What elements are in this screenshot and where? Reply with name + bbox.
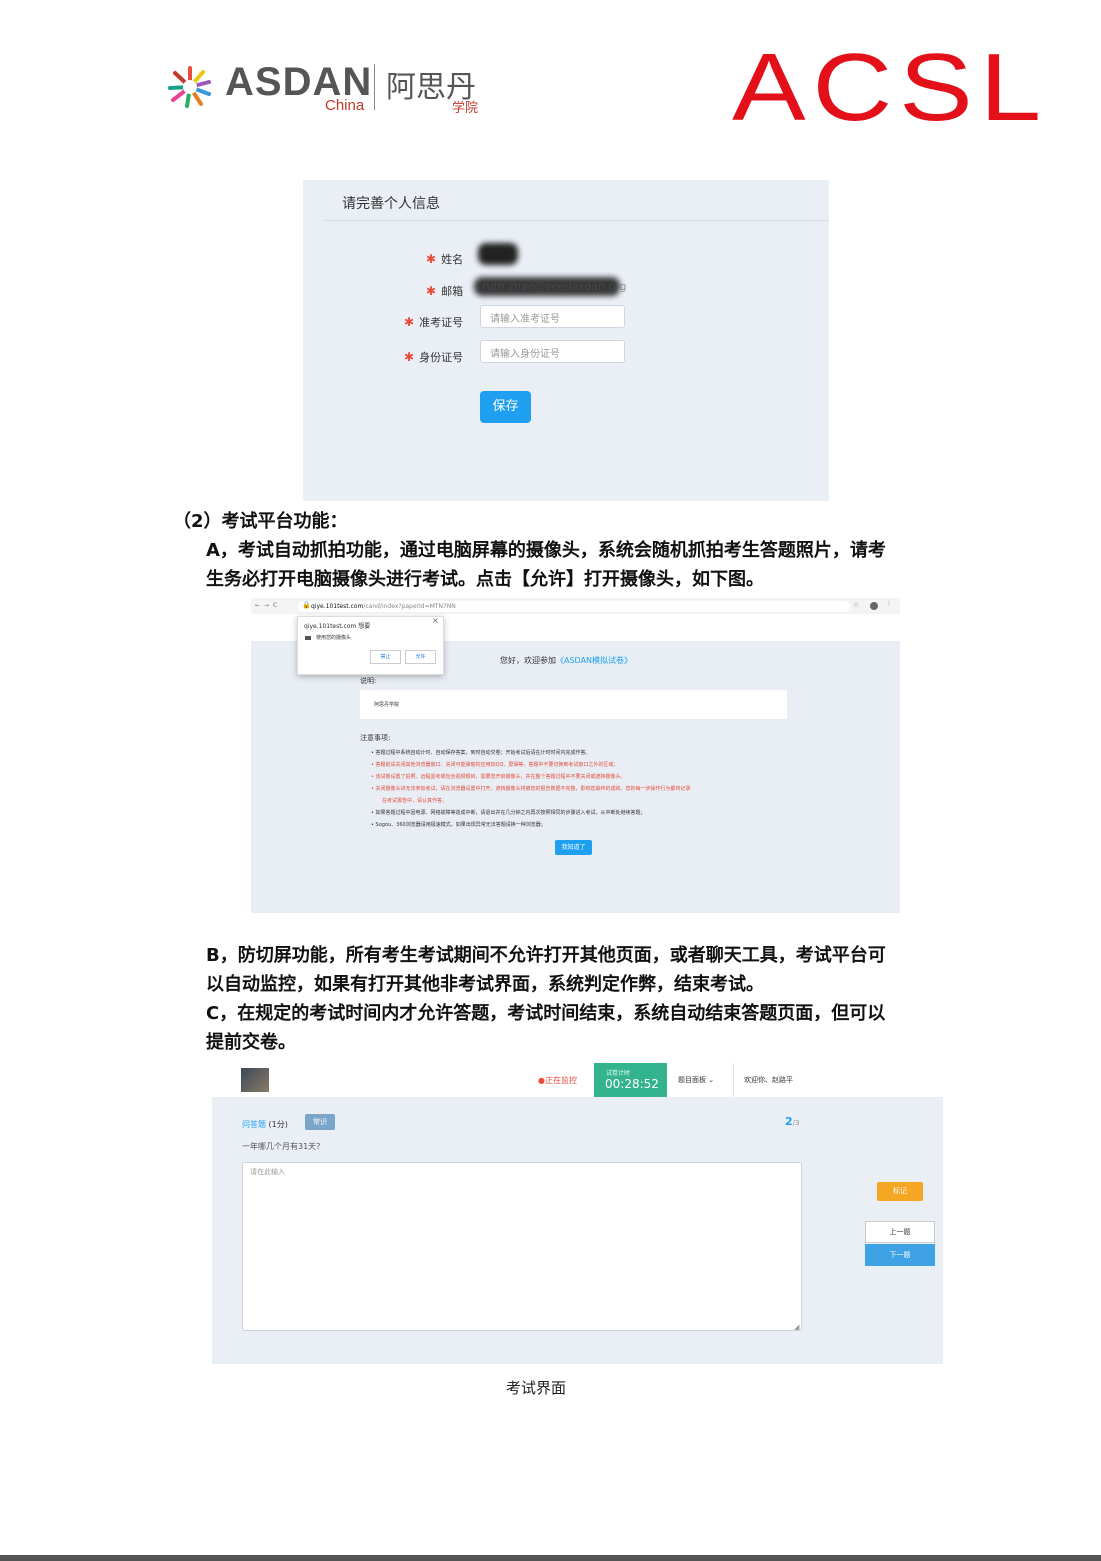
address-bar[interactable]: qiye.101test.com/cand/index?paperId=MTN7… — [298, 601, 850, 612]
question-type: 问答题 — [242, 1120, 266, 1129]
rule-item: • 答题过程中系统自动计时、自动保存答案，到时自动交卷；开始考试后请在计时时间内… — [371, 750, 591, 756]
page-bottom-border — [0, 1555, 1101, 1561]
para-a-line1: A，考试自动抓拍功能，通过电脑屏幕的摄像头，系统会随机抓拍考生答题照片，请考 — [206, 540, 886, 561]
question-header: 问答题 (1分) — [242, 1119, 288, 1130]
required-mark: ✱ — [426, 252, 437, 266]
profile-icon[interactable] — [870, 602, 878, 610]
asdan-burst-icon — [168, 66, 211, 108]
question-number: 2 — [785, 1115, 793, 1128]
next-question-button[interactable]: 下一题 — [865, 1244, 935, 1266]
welcome-text: 您好，欢迎参加 — [500, 656, 556, 665]
question-score: (1分) — [268, 1120, 288, 1129]
popup-item: 使用您的摄像头 — [316, 635, 352, 641]
close-icon[interactable]: × — [432, 616, 439, 625]
ticket-label: 准考证号 — [419, 316, 464, 329]
question-progress: 2/3 — [785, 1115, 799, 1128]
required-mark: ✱ — [404, 350, 415, 364]
id-number-input[interactable]: 请输入身份证号 — [480, 340, 625, 363]
welcome-line: 您好，欢迎参加《ASDAN模拟试卷》 — [500, 655, 632, 666]
name-row-label: ✱ 姓名 — [426, 248, 463, 267]
notes-label: 注意事项: — [360, 734, 391, 742]
asdan-chinese-sub: 学院 — [452, 101, 479, 116]
para-c-line2: 提前交卷。 — [206, 1032, 296, 1053]
asdan-logo — [165, 64, 215, 110]
save-button[interactable]: 保存 — [480, 391, 531, 423]
chevron-down-icon: ⌄ — [708, 1076, 715, 1084]
para-c-line1: C，在规定的考试时间内才允许答题，考试时间结束，系统自动结束答题页面，但可以 — [206, 1003, 886, 1024]
description-box — [360, 690, 787, 719]
answer-textarea[interactable]: 请在此输入 — [242, 1162, 802, 1331]
rules-list: • 答题过程中系统自动计时、自动保存答案，到时自动交卷；开始考试后请在计时时间内… — [371, 747, 691, 831]
form-divider — [325, 220, 829, 221]
timer-label: 试卷计时 — [606, 1070, 631, 1077]
rule-item: • 该试卷设置了拍照、远程监考或包含视频题目，需要您开启摄像头，并在整个答题过程… — [371, 774, 626, 780]
rule-item: • 关闭摄像头讲无法参加考试，请在浏览器设置中打开。遮挡摄像头将被您的报告数据不… — [371, 786, 691, 792]
welcome-user: 欢迎你、赵路平 — [744, 1076, 793, 1084]
block-button[interactable]: 禁止 — [370, 650, 401, 664]
acsl-logo: ACSL — [732, 34, 1048, 141]
nav-arrows-icon[interactable]: ←→C — [255, 602, 281, 609]
logo-divider — [374, 64, 375, 110]
panel-menu-label: 题目面板 — [678, 1076, 706, 1084]
menu-dots-icon[interactable]: ⋮ — [886, 600, 892, 607]
para-b-line1: B，防切屏功能，所有考生考试期间不允许打开其他页面，或者聊天工具，考试平台可 — [206, 945, 886, 966]
ticket-number-input[interactable]: 请输入准考证号 — [480, 305, 625, 328]
timer-value: 00:28:52 — [605, 1077, 659, 1091]
category-tag: 常识 — [305, 1114, 335, 1130]
id-label: 身份证号 — [419, 351, 464, 364]
monitor-status: ●正在监控 — [538, 1075, 577, 1086]
ticket-row-label: ✱ 准考证号 — [404, 311, 463, 330]
url-host: qiye.101test.com — [311, 603, 364, 610]
lock-icon: 🔒 — [302, 601, 311, 609]
rule-item: • 如果答题过程中因电源、网络故障等造成中断，请退出并在几分钟之内再次按照相同的… — [371, 810, 646, 816]
question-text: 一年哪几个月有31天? — [242, 1142, 321, 1151]
star-icon[interactable]: ☆ — [853, 601, 859, 609]
allow-button[interactable]: 允许 — [405, 650, 436, 664]
question-total: /3 — [792, 1119, 800, 1127]
exam-name: 《ASDAN模拟试卷》 — [556, 656, 633, 665]
required-mark: ✱ — [426, 284, 437, 298]
rule-item: 在考试报告中，请认真作答。 — [382, 798, 448, 804]
topbar-divider — [733, 1063, 734, 1097]
email-row-label: ✱ 邮箱 — [426, 280, 463, 299]
resize-handle-icon[interactable]: ◢ — [794, 1323, 799, 1331]
recording-dot-icon: ● — [538, 1076, 545, 1085]
para-b-line2: 以自动监控，如果有打开其他非考试界面，系统判定作弊，结束考试。 — [206, 974, 764, 995]
prev-question-button[interactable]: 上一题 — [865, 1221, 935, 1243]
email-label: 邮箱 — [441, 285, 464, 298]
rule-item: • 答题前请关闭其他浏览器窗口、关闭可能弹窗的应用如QQ、屏保等，答题中不要切换… — [371, 762, 619, 768]
form-title: 请完善个人信息 — [342, 196, 440, 212]
id-row-label: ✱ 身份证号 — [404, 346, 463, 365]
email-value: ruth.zhao@seedasdan.org — [482, 280, 627, 293]
desc-label: 说明: — [360, 677, 377, 685]
name-value-redacted — [478, 243, 518, 265]
section-heading: （2）考试平台功能： — [173, 511, 348, 532]
exam-caption: 考试界面 — [506, 1379, 567, 1397]
required-mark: ✱ — [404, 315, 415, 329]
camera-icon — [305, 636, 311, 640]
name-label: 姓名 — [441, 253, 464, 266]
monitor-text: 正在监控 — [544, 1076, 577, 1085]
question-panel-dropdown[interactable]: 题目面板 ⌄ — [678, 1075, 714, 1085]
popup-title: qiye.101test.com 想要 — [304, 623, 371, 630]
acknowledge-button[interactable]: 我知道了 — [555, 840, 592, 855]
asdan-china-label: China — [325, 97, 365, 114]
avatar — [241, 1068, 269, 1092]
desc-text: 阿思丹学院 — [374, 702, 400, 708]
exam-topbar — [212, 1063, 943, 1097]
para-a-line2: 生务必打开电脑摄像头进行考试。点击【允许】打开摄像头，如下图。 — [206, 569, 764, 590]
rule-item: • Sogou、360浏览器请用极速模式，如果出现异常无法答题请换一种浏览器； — [371, 822, 546, 828]
mark-button[interactable]: 标记 — [877, 1182, 923, 1201]
url-path: /cand/index?paperId=MTN7NN — [363, 603, 456, 610]
